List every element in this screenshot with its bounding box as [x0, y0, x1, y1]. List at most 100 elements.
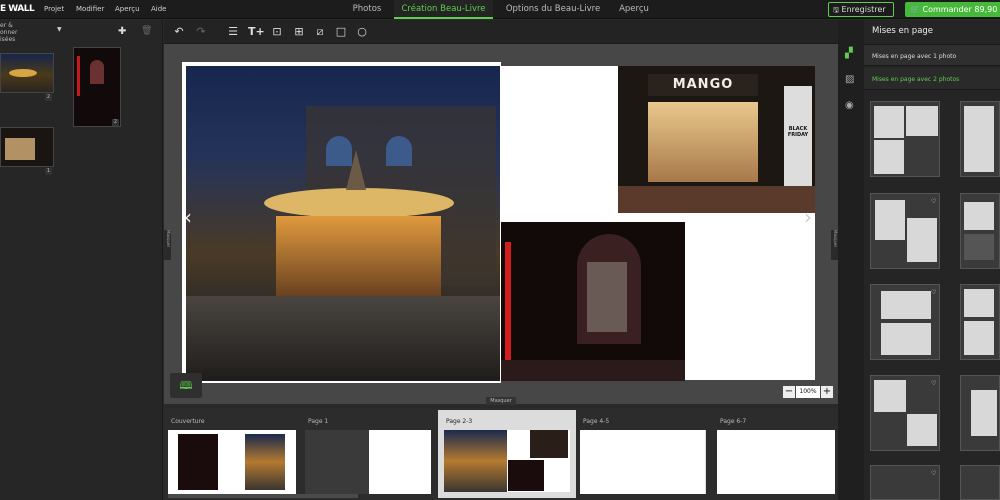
backgrounds-tab-icon[interactable]: ▨: [845, 74, 854, 85]
layout-option-2-photos[interactable]: Mises en page avec 2 photos: [864, 68, 1000, 90]
adjust-icon[interactable]: ☰: [226, 25, 240, 39]
tab-creation-beau-livre[interactable]: Création Beau-Livre: [394, 0, 493, 19]
window: [386, 136, 412, 166]
zoom-level: 100%: [796, 386, 820, 398]
floor: [501, 360, 685, 381]
black-friday-sign: BLACK FRIDAY: [787, 126, 809, 138]
favorite-icon[interactable]: ♡: [931, 470, 936, 477]
rectangle-icon[interactable]: □: [334, 25, 348, 39]
film-photo: [508, 460, 544, 491]
photo-storefront-mango[interactable]: MANGO BLACK FRIDAY: [618, 66, 815, 213]
menu-projet[interactable]: Projet: [44, 5, 64, 13]
add-text-icon[interactable]: T+: [248, 25, 265, 39]
film-page: [369, 430, 431, 494]
favorite-icon[interactable]: ♡: [931, 198, 936, 205]
add-photo-icon[interactable]: ✚: [118, 26, 126, 37]
hide-right-panel-tab[interactable]: Masquer: [831, 230, 838, 260]
photo-arch-corridor[interactable]: [501, 222, 685, 381]
film-photo: [530, 430, 568, 458]
favorite-icon[interactable]: ♡: [931, 380, 936, 387]
library-photo-carousel[interactable]: [0, 53, 54, 93]
film-page-2-3[interactable]: Page 2-3: [438, 410, 576, 498]
book-view-button[interactable]: 🕮: [170, 373, 202, 398]
sort-label-line2: onner: [0, 29, 18, 36]
layout-template[interactable]: [960, 284, 1000, 360]
film-page: [717, 430, 835, 494]
save-button[interactable]: 🖫 Enregistrer: [828, 2, 894, 17]
sort-label[interactable]: er & onner isées: [0, 22, 17, 43]
order-label: Commander 89,90: [922, 5, 998, 14]
layout-template[interactable]: [960, 465, 1000, 500]
film-page-1[interactable]: Page 1: [305, 412, 437, 494]
favorite-icon[interactable]: ♡: [931, 106, 936, 113]
zoom-in-button[interactable]: +: [821, 386, 833, 398]
layout-template[interactable]: ♡: [870, 465, 940, 500]
order-button[interactable]: 🛒 Commander 89,90: [905, 2, 1000, 17]
stickers-tab-icon[interactable]: ◉: [845, 100, 854, 111]
chevron-down-icon[interactable]: ▼: [57, 26, 62, 33]
menu-modifier[interactable]: Modifier: [76, 5, 104, 13]
hide-left-panel-tab[interactable]: Masquer: [164, 230, 171, 260]
layout-template[interactable]: ♡: [870, 101, 940, 177]
edit-frame-icon[interactable]: ⧄: [313, 25, 327, 39]
layout-template[interactable]: ♡: [870, 375, 940, 451]
cart-icon: 🛒: [910, 5, 920, 14]
layout-template[interactable]: ♡: [870, 193, 940, 269]
usage-badge: 2: [45, 94, 52, 101]
next-page-icon[interactable]: ›: [804, 205, 812, 229]
red-neon: [77, 56, 80, 96]
menu-aide[interactable]: Aide: [151, 5, 166, 13]
favorite-icon[interactable]: ♡: [931, 289, 936, 296]
film-page: [444, 430, 570, 492]
film-photo: [178, 434, 218, 490]
layout-option-1-label: Mises en page avec 1 photo: [872, 53, 957, 60]
film-label: Page 6-7: [720, 418, 747, 425]
tab-options-beau-livre[interactable]: Options du Beau-Livre: [500, 0, 606, 19]
filmstrip-scrollbar[interactable]: [168, 494, 358, 498]
page-filmstrip: Couverture Page 1 Page 2-3 Page 4-5 Page…: [164, 408, 838, 500]
save-icon: 🖫: [833, 6, 839, 14]
film-label: Page 2-3: [446, 418, 473, 425]
save-label: Enregistrer: [841, 5, 886, 14]
store-sign: MANGO: [648, 74, 758, 96]
trash-icon[interactable]: 🗑: [141, 26, 152, 36]
tab-photos[interactable]: Photos: [345, 0, 389, 19]
layout-template[interactable]: [960, 375, 1000, 451]
film-cover[interactable]: Couverture: [168, 412, 300, 494]
film-page-4-5[interactable]: Page 4-5: [580, 412, 712, 494]
red-neon: [505, 242, 511, 362]
library-photo-arch[interactable]: [73, 47, 121, 127]
book-icon: 🕮: [179, 379, 193, 392]
usage-badge: 2: [112, 119, 119, 126]
previous-page-icon[interactable]: ‹: [184, 205, 192, 229]
usage-badge: 1: [45, 168, 52, 175]
film-label: Page 4-5: [583, 418, 610, 425]
library-photo-storefront[interactable]: [0, 127, 54, 167]
photo-carousel[interactable]: [186, 66, 500, 381]
layout-option-1-photo[interactable]: Mises en page avec 1 photo: [864, 44, 1000, 66]
redo-icon[interactable]: ↷: [194, 25, 208, 39]
layout-option-2-label: Mises en page avec 2 photos: [872, 76, 960, 83]
hide-filmstrip-tab[interactable]: Masquer: [486, 397, 516, 405]
add-frame-icon[interactable]: ⊞: [292, 25, 306, 39]
menu-apercu[interactable]: Aperçu: [115, 5, 140, 13]
film-page: [168, 430, 296, 494]
undo-icon[interactable]: ↶: [172, 25, 186, 39]
layout-template[interactable]: [960, 101, 1000, 177]
film-page-6-7[interactable]: Page 6-7: [717, 412, 849, 494]
circle-icon[interactable]: ○: [355, 25, 369, 39]
film-page: [580, 430, 706, 494]
app-logo: E WALL: [0, 4, 35, 14]
layouts-tab-icon[interactable]: ▞: [845, 48, 853, 59]
layout-template[interactable]: [960, 193, 1000, 269]
tab-apercu[interactable]: Aperçu: [612, 0, 656, 19]
layout-template[interactable]: ♡: [870, 284, 940, 360]
add-image-icon[interactable]: ⊡: [270, 25, 284, 39]
sort-label-line3: isées: [0, 36, 16, 43]
film-page: [305, 430, 369, 494]
film-label: Couverture: [171, 418, 205, 425]
store-window: [648, 102, 758, 182]
zoom-out-button[interactable]: −: [783, 386, 795, 398]
window: [326, 136, 352, 166]
store-side-window: BLACK FRIDAY: [784, 86, 812, 186]
